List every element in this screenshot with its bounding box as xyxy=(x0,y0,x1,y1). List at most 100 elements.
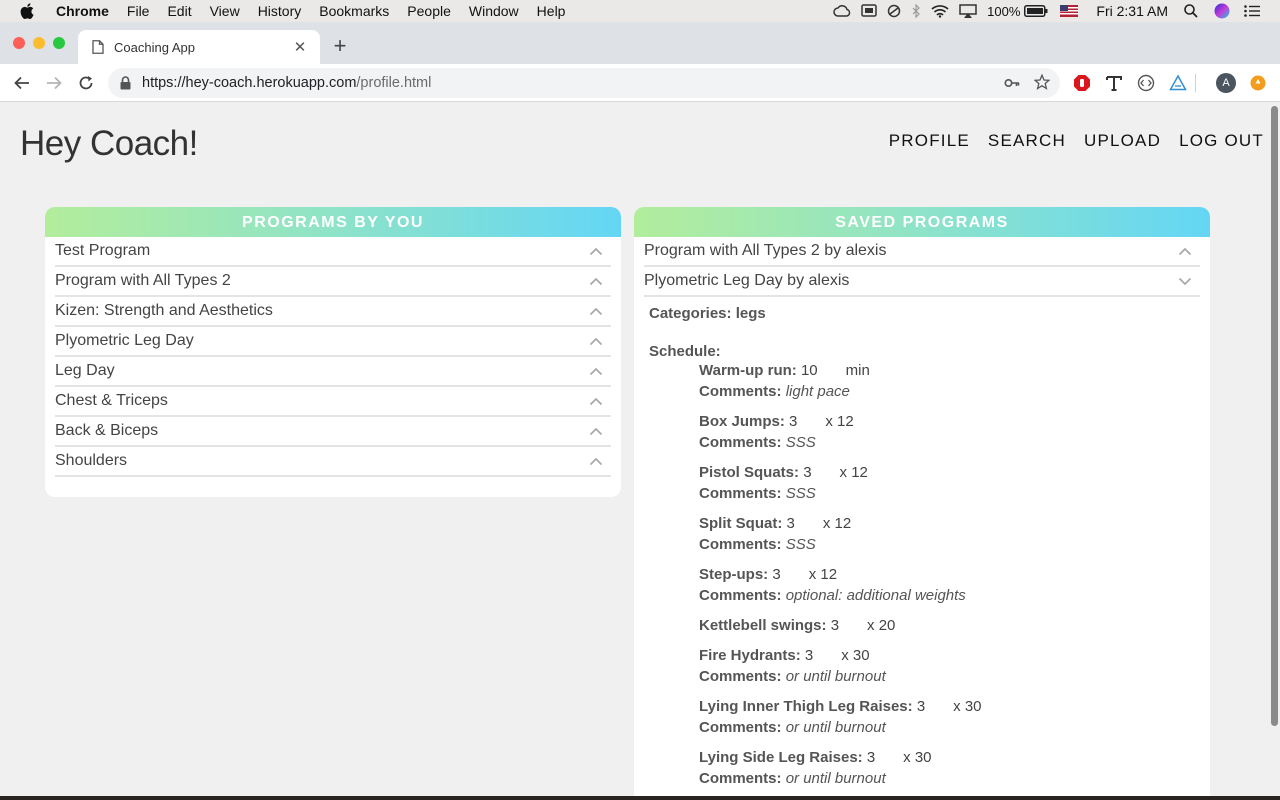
exercise-sets: 3 xyxy=(786,515,795,532)
exercise-comment: optional: additional weights xyxy=(785,587,966,604)
window-close-button[interactable] xyxy=(13,37,25,49)
program-item[interactable]: Shoulders xyxy=(55,447,611,477)
exercise-reps: x 30 xyxy=(953,698,982,715)
notification-extension-icon[interactable] xyxy=(1249,74,1267,92)
chevron-up-icon[interactable] xyxy=(1178,246,1192,256)
menu-history[interactable]: History xyxy=(258,3,302,19)
menu-app-chrome[interactable]: Chrome xyxy=(56,3,109,19)
menu-bookmarks[interactable]: Bookmarks xyxy=(319,3,389,19)
comments-label: Comments: xyxy=(699,770,782,787)
browser-tab-active[interactable]: Coaching App ✕ xyxy=(78,30,320,64)
comments-label: Comments: xyxy=(699,485,782,502)
airplay-icon[interactable] xyxy=(959,4,977,18)
program-item-label: Kizen: Strength and Aesthetics xyxy=(55,302,273,319)
spotlight-search-icon[interactable] xyxy=(1184,4,1198,18)
program-item-label: Leg Day xyxy=(55,362,115,379)
chevron-up-icon[interactable] xyxy=(589,396,603,406)
menu-people[interactable]: People xyxy=(407,3,451,19)
lock-icon[interactable] xyxy=(120,76,132,90)
comments-label: Comments: xyxy=(699,587,782,604)
battery-percent: 100% xyxy=(987,3,1021,19)
profile-avatar[interactable]: A xyxy=(1216,73,1236,93)
chevron-up-icon[interactable] xyxy=(589,336,603,346)
scrollbar-thumb[interactable] xyxy=(1271,106,1278,726)
display-icon[interactable] xyxy=(861,4,877,18)
code-extension-icon[interactable] xyxy=(1137,74,1155,92)
siri-icon[interactable] xyxy=(1214,3,1230,19)
new-tab-button[interactable]: + xyxy=(330,35,350,57)
forward-arrow-icon[interactable] xyxy=(44,73,64,93)
nav-log-out[interactable]: LOG OUT xyxy=(1179,131,1264,151)
menu-file[interactable]: File xyxy=(127,3,150,19)
sync-icon[interactable] xyxy=(887,4,901,18)
exercise-sets: 3 xyxy=(804,647,814,664)
page-scrollbar[interactable] xyxy=(1268,102,1280,796)
exercise-name: Step-ups: xyxy=(699,566,769,583)
comments-label: Comments: xyxy=(699,668,782,685)
url-text[interactable]: https://hey-coach.herokuapp.com/profile.… xyxy=(142,75,431,91)
program-item[interactable]: Chest & Triceps xyxy=(55,387,611,417)
bluetooth-icon[interactable] xyxy=(911,4,921,18)
text-tool-extension-icon[interactable] xyxy=(1105,74,1123,92)
menu-edit[interactable]: Edit xyxy=(167,3,191,19)
menu-view[interactable]: View xyxy=(210,3,240,19)
brand-logo[interactable]: Hey Coach! xyxy=(20,124,198,164)
exercise-item: Warm-up run: 10 min Comments: light pace xyxy=(699,360,1195,402)
chevron-down-icon[interactable] xyxy=(1178,276,1192,286)
exercise-name: Box Jumps: xyxy=(699,413,785,430)
exercise-reps: x 12 xyxy=(822,515,852,532)
chevron-up-icon[interactable] xyxy=(589,456,603,466)
exercise-item: Step-ups: 3 x 12 Comments: optional: addi… xyxy=(699,564,1195,606)
exercise-comment: or until burnout xyxy=(785,770,886,787)
exercise-reps: x 12 xyxy=(839,464,868,481)
bookmark-star-icon[interactable] xyxy=(1033,73,1051,95)
wifi-icon[interactable] xyxy=(931,4,949,18)
notification-center-icon[interactable] xyxy=(1244,5,1260,17)
key-icon[interactable] xyxy=(1004,75,1020,96)
back-arrow-icon[interactable] xyxy=(12,73,32,93)
tab-close-icon[interactable]: ✕ xyxy=(292,38,308,56)
menu-help[interactable]: Help xyxy=(537,3,566,19)
chevron-up-icon[interactable] xyxy=(589,246,603,256)
exercise-name: Fire Hydrants: xyxy=(699,647,801,664)
reload-icon[interactable] xyxy=(76,73,96,93)
address-bar[interactable]: https://hey-coach.herokuapp.com/profile.… xyxy=(108,68,1060,98)
window-zoom-button[interactable] xyxy=(53,37,65,49)
us-flag-icon[interactable] xyxy=(1060,5,1079,17)
program-item[interactable]: Test Program xyxy=(55,237,611,267)
program-item[interactable]: Back & Biceps xyxy=(55,417,611,447)
creative-cloud-icon[interactable] xyxy=(833,4,851,18)
program-item[interactable]: Kizen: Strength and Aesthetics xyxy=(55,297,611,327)
chevron-up-icon[interactable] xyxy=(589,426,603,436)
page-viewport: Hey Coach! PROFILE SEARCH UPLOAD LOG OUT… xyxy=(0,102,1268,796)
window-minimize-button[interactable] xyxy=(33,37,45,49)
nav-upload[interactable]: UPLOAD xyxy=(1084,131,1161,151)
exercise-item: Fire Hydrants: 3 x 30 Comments: or until … xyxy=(699,645,1195,687)
exercise-reps: x 30 xyxy=(841,647,870,664)
program-item[interactable]: Leg Day xyxy=(55,357,611,387)
chevron-up-icon[interactable] xyxy=(589,276,603,286)
menubar-clock[interactable]: Fri 2:31 AM xyxy=(1096,3,1168,19)
url-path: /profile.html xyxy=(356,75,432,91)
comments-label: Comments: xyxy=(699,383,782,400)
saved-program-item[interactable]: Program with All Types 2 by alexis xyxy=(644,237,1200,267)
exercise-comment: or until burnout xyxy=(785,719,886,736)
programs-by-you-heading: PROGRAMS BY YOU xyxy=(45,207,621,237)
chevron-up-icon[interactable] xyxy=(589,366,603,376)
program-item[interactable]: Plyometric Leg Day xyxy=(55,327,611,357)
menu-window[interactable]: Window xyxy=(469,3,519,19)
program-item-label: Program with All Types 2 xyxy=(55,272,231,289)
nav-profile[interactable]: PROFILE xyxy=(889,131,970,151)
exercise-reps: x 30 xyxy=(903,749,932,766)
comments-label: Comments: xyxy=(699,719,782,736)
page-icon xyxy=(92,40,104,54)
chevron-up-icon[interactable] xyxy=(589,306,603,316)
triangle-extension-icon[interactable] xyxy=(1169,74,1187,92)
battery-icon[interactable] xyxy=(1024,5,1048,17)
nav-search[interactable]: SEARCH xyxy=(988,131,1066,151)
exercise-comment: SSS xyxy=(785,536,816,553)
program-item[interactable]: Program with All Types 2 xyxy=(55,267,611,297)
apple-icon[interactable] xyxy=(20,3,38,19)
stop-sign-extension-icon[interactable] xyxy=(1073,74,1091,92)
saved-program-item-expanded[interactable]: Plyometric Leg Day by alexis xyxy=(644,267,1200,297)
